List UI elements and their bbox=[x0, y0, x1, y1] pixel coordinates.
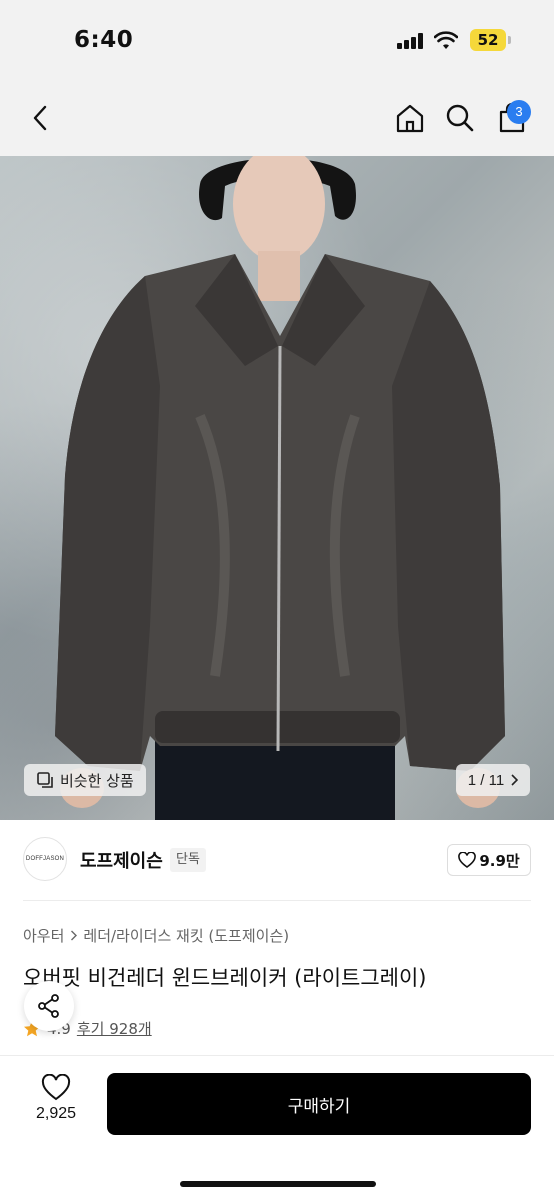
share-button[interactable] bbox=[24, 981, 74, 1031]
chevron-left-icon bbox=[33, 105, 47, 131]
section-divider bbox=[23, 900, 531, 901]
product-title: 오버핏 비건레더 윈드브레이커 (라이트그레이) bbox=[23, 966, 427, 990]
signal-icon bbox=[397, 33, 427, 49]
similar-items-icon bbox=[37, 772, 53, 788]
brand-like-button[interactable]: 9.9만 bbox=[447, 844, 531, 876]
cart-count-badge: 3 bbox=[507, 100, 531, 124]
review-count-link[interactable]: 후기 928개 bbox=[77, 1018, 152, 1039]
search-icon bbox=[446, 104, 474, 132]
top-nav bbox=[0, 84, 554, 156]
product-like-count: 2,925 bbox=[35, 1105, 77, 1122]
image-page-count: 1 / 11 bbox=[467, 771, 505, 789]
breadcrumb-item[interactable]: 레더/라이더스 재킷 (도프제이슨) bbox=[83, 925, 289, 946]
heart-icon bbox=[458, 852, 477, 868]
search-button[interactable] bbox=[442, 100, 478, 136]
home-button[interactable] bbox=[392, 100, 428, 136]
back-button[interactable] bbox=[22, 100, 58, 136]
wifi-icon bbox=[434, 31, 458, 49]
image-page-indicator[interactable]: 1 / 11 bbox=[456, 764, 530, 796]
similar-products-label: 비슷한 상품 bbox=[60, 771, 134, 790]
status-bar: 6:40 52 bbox=[0, 0, 554, 84]
heart-icon bbox=[41, 1074, 71, 1101]
breadcrumb: 아우터 레더/라이더스 재킷 (도프제이슨) bbox=[23, 925, 289, 946]
jacket-photo-illustration bbox=[55, 156, 505, 820]
similar-products-button[interactable]: 비슷한 상품 bbox=[24, 764, 146, 796]
product-image[interactable] bbox=[0, 156, 554, 820]
chevron-right-icon bbox=[511, 774, 519, 786]
chevron-right-icon bbox=[71, 930, 78, 941]
brand-logo-text: DOFFJASON bbox=[25, 856, 65, 862]
buy-button[interactable]: 구매하기 bbox=[107, 1073, 531, 1135]
brand-logo[interactable]: DOFFJASON bbox=[23, 837, 67, 881]
status-time: 6:40 bbox=[74, 27, 134, 53]
battery-tip bbox=[508, 36, 511, 44]
home-icon bbox=[396, 104, 424, 133]
exclusive-badge: 단독 bbox=[170, 848, 206, 872]
breadcrumb-item[interactable]: 아우터 bbox=[23, 925, 64, 946]
battery-indicator: 52 bbox=[470, 29, 506, 51]
share-icon bbox=[38, 994, 59, 1018]
brand-like-count: 9.9만 bbox=[479, 851, 520, 870]
product-like-button[interactable]: 2,925 bbox=[24, 1074, 88, 1134]
brand-name[interactable]: 도프제이슨 bbox=[80, 847, 163, 873]
home-indicator bbox=[180, 1181, 376, 1187]
